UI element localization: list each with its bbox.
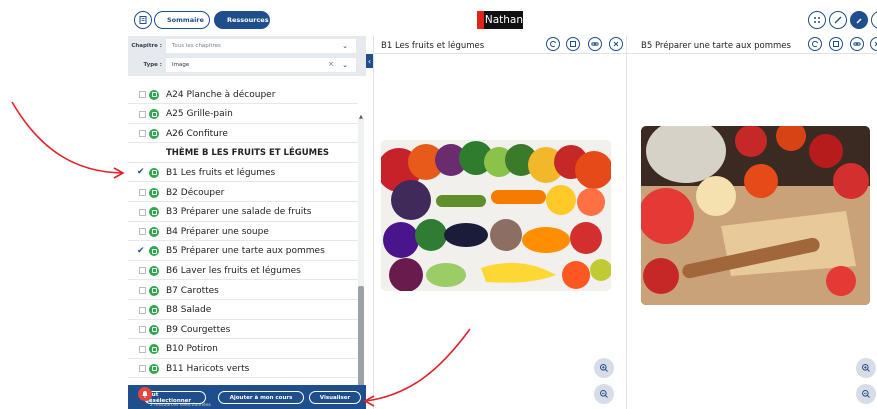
annotation-arrow-2 — [365, 328, 471, 402]
app-root: Sommaire Ressources Nathan Chapitre : To… — [0, 0, 877, 409]
annotation-arrow-1 — [11, 101, 123, 174]
annotation-arrows — [11, 101, 471, 407]
